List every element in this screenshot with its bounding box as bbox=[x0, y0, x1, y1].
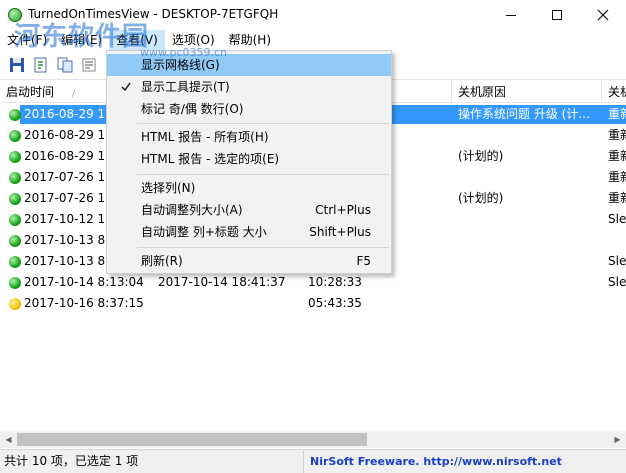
minimize-button[interactable] bbox=[488, 0, 534, 30]
app-icon bbox=[8, 8, 22, 22]
save-icon bbox=[10, 58, 24, 72]
cell-reason: 操作系统问题 升级 (计... bbox=[458, 107, 590, 121]
horizontal-scrollbar[interactable]: ◀ ▶ bbox=[0, 431, 626, 448]
menu-edit[interactable]: 编辑(E) bbox=[54, 30, 109, 50]
cell-start: 2016-08-29 17 bbox=[24, 128, 113, 142]
menu-item-shortcut: Shift+Plus bbox=[309, 225, 371, 239]
cell-start: 2017-10-12 18 bbox=[24, 212, 113, 226]
cell-start: 2017-10-16 8:37:15 bbox=[24, 296, 144, 310]
cell-extra: 重新 bbox=[608, 128, 626, 142]
column-header-label: 启动时间 bbox=[6, 85, 55, 99]
menu-separator bbox=[137, 174, 389, 175]
cell-start: 2017-10-13 8: bbox=[24, 233, 110, 247]
menu-item-shortcut: Ctrl+Plus bbox=[315, 203, 371, 217]
menu-item-label: 自动调整列大小(A) bbox=[141, 203, 243, 217]
column-header-label: 关机原因 bbox=[458, 85, 507, 99]
cell-start: 2016-08-29 18 bbox=[24, 149, 113, 163]
menu-item-label: 刷新(R) bbox=[141, 254, 183, 268]
menu-item-label: 自动调整 列+标题 大小 bbox=[141, 225, 267, 239]
close-button[interactable] bbox=[580, 0, 626, 30]
cell-start: 2017-10-13 8: bbox=[24, 254, 110, 268]
cell-extra: Sle bbox=[608, 254, 626, 268]
close-icon bbox=[597, 9, 609, 21]
copy-button[interactable] bbox=[56, 56, 74, 74]
cell-extra: 重新 bbox=[608, 107, 626, 121]
table-row[interactable]: 2017-10-16 8:37:15 05:43:35 bbox=[0, 293, 626, 314]
menu-file[interactable]: 文件(F) bbox=[0, 30, 54, 50]
cell-extra: 重新 bbox=[608, 170, 626, 184]
menu-view[interactable]: 查看(V) bbox=[109, 30, 165, 50]
view-menu-item-show-grid-lines[interactable]: 显示网格线(G) bbox=[107, 54, 391, 76]
view-menu-item-show-tooltips[interactable]: 显示工具提示(T) bbox=[107, 76, 391, 98]
minimize-icon bbox=[506, 14, 516, 16]
cell-reason: (计划的) bbox=[458, 149, 504, 163]
menu-item-label: 标记 奇/偶 数行(O) bbox=[141, 102, 244, 116]
save-button[interactable] bbox=[8, 56, 26, 74]
view-menu-item-html-report-selected[interactable]: HTML 报告 - 选定的项(E) bbox=[107, 148, 391, 170]
menu-item-label: 选择列(N) bbox=[141, 181, 196, 195]
menu-separator bbox=[137, 123, 389, 124]
status-count: 共计 10 项，已选定 1 项 bbox=[0, 450, 304, 473]
title-bar[interactable]: TurnedOnTimesView - DESKTOP-7ETGFQH bbox=[0, 0, 626, 30]
column-header-shutdown-reason[interactable]: 关机原因 bbox=[452, 81, 602, 103]
cell-duration: 10:28:33 bbox=[308, 275, 362, 289]
status-green-icon bbox=[9, 193, 21, 205]
status-yellow-icon bbox=[9, 298, 21, 310]
view-menu-item-mark-odd-even[interactable]: 标记 奇/偶 数行(O) bbox=[107, 98, 391, 120]
window-title: TurnedOnTimesView - DESKTOP-7ETGFQH bbox=[28, 7, 279, 21]
menu-separator bbox=[137, 247, 389, 248]
scroll-left-icon[interactable]: ◀ bbox=[0, 431, 17, 448]
cell-extra: Sle bbox=[608, 212, 626, 226]
menu-item-shortcut: F5 bbox=[356, 254, 371, 268]
cell-start: 2017-10-14 8:13:04 bbox=[24, 275, 144, 289]
scrollbar-thumb[interactable] bbox=[17, 433, 367, 446]
checkmark-icon bbox=[121, 82, 131, 92]
cell-reason: (计划的) bbox=[458, 191, 504, 205]
scroll-right-icon[interactable]: ▶ bbox=[609, 431, 626, 448]
export-button[interactable] bbox=[32, 56, 50, 74]
maximize-icon bbox=[552, 10, 562, 20]
table-row[interactable]: 2017-10-14 8:13:04 2017-10-14 18:41:37 10:… bbox=[0, 272, 626, 293]
maximize-button[interactable] bbox=[534, 0, 580, 30]
status-green-icon bbox=[9, 214, 21, 226]
status-bar: 共计 10 项，已选定 1 项 NirSoft Freeware. http:/… bbox=[0, 449, 626, 473]
cell-start: 2016-08-29 17 bbox=[24, 107, 113, 121]
cell-end: 2017-10-14 18:41:37 bbox=[158, 275, 286, 289]
cell-extra: 重新 bbox=[608, 149, 626, 163]
cell-duration: 05:43:35 bbox=[308, 296, 362, 310]
export-icon bbox=[34, 57, 47, 73]
cell-extra: 重新 bbox=[608, 191, 626, 205]
properties-button[interactable] bbox=[80, 56, 98, 74]
menu-item-label: HTML 报告 - 选定的项(E) bbox=[141, 152, 280, 166]
menu-bar: 文件(F) 编辑(E) 查看(V) 选项(O) 帮助(H) bbox=[0, 30, 626, 50]
view-menu-item-html-report-all[interactable]: HTML 报告 - 所有项(H) bbox=[107, 126, 391, 148]
menu-item-label: 显示工具提示(T) bbox=[141, 80, 230, 94]
status-green-icon bbox=[9, 277, 21, 289]
view-menu-item-auto-size-columns[interactable]: 自动调整列大小(A) Ctrl+Plus bbox=[107, 199, 391, 221]
column-header-label: 关机 bbox=[608, 85, 626, 99]
cell-start: 2017-07-26 18 bbox=[24, 170, 113, 184]
sort-arrow-icon: ∕ bbox=[72, 89, 76, 99]
view-menu-item-auto-size-columns-headers[interactable]: 自动调整 列+标题 大小 Shift+Plus bbox=[107, 221, 391, 243]
menu-item-label: 显示网格线(G) bbox=[141, 58, 220, 72]
column-header-shutdown-type[interactable]: 关机 bbox=[602, 81, 626, 103]
status-green-icon bbox=[9, 235, 21, 247]
menu-item-label: HTML 报告 - 所有项(H) bbox=[141, 130, 269, 144]
view-menu-item-choose-columns[interactable]: 选择列(N) bbox=[107, 177, 391, 199]
menu-options[interactable]: 选项(O) bbox=[165, 30, 222, 50]
status-green-icon bbox=[9, 151, 21, 163]
status-green-icon bbox=[9, 130, 21, 142]
view-menu-item-refresh[interactable]: 刷新(R) F5 bbox=[107, 250, 391, 272]
copy-icon bbox=[57, 57, 73, 73]
status-green-icon bbox=[9, 172, 21, 184]
cell-extra: Sle bbox=[608, 275, 626, 289]
cell-start: 2017-07-26 18 bbox=[24, 191, 113, 205]
view-menu-dropdown: 显示网格线(G) 显示工具提示(T) 标记 奇/偶 数行(O) HTML 报告 … bbox=[106, 50, 392, 274]
nirsoft-link[interactable]: NirSoft Freeware. http://www.nirsoft.net bbox=[308, 450, 562, 473]
status-green-icon bbox=[9, 109, 21, 121]
status-green-icon bbox=[9, 256, 21, 268]
properties-icon bbox=[82, 58, 96, 72]
menu-help[interactable]: 帮助(H) bbox=[222, 30, 278, 50]
